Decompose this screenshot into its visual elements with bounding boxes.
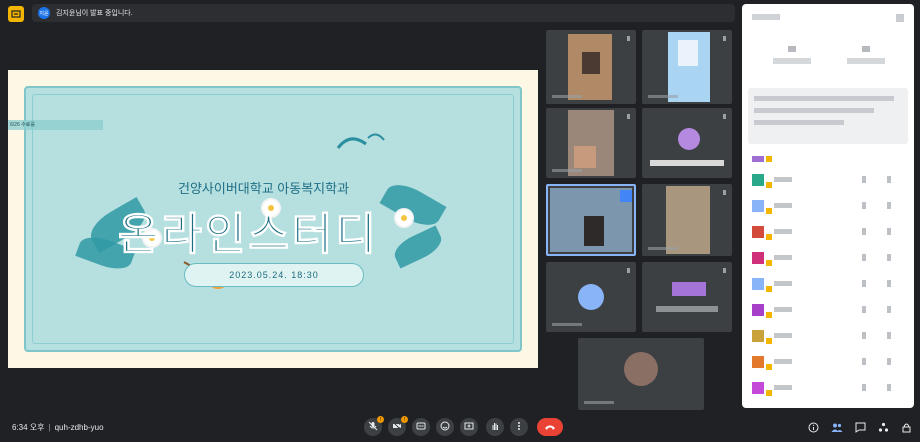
slide-title: 온라인스터디	[118, 210, 379, 260]
participant-tile[interactable]	[642, 108, 732, 178]
participant-row[interactable]	[752, 380, 902, 396]
participant-tile-self[interactable]	[578, 338, 704, 410]
call-end-icon	[544, 418, 556, 436]
participant-row[interactable]	[752, 328, 902, 344]
participant-tile-active[interactable]	[546, 184, 636, 256]
present-now-button[interactable]	[460, 418, 478, 436]
chat-icon[interactable]	[853, 420, 867, 434]
meet-window: 지윤 김지윤님이 발표 중입니다. 6/26 수료를 건양사이버대학교 아동복지…	[0, 0, 920, 442]
bird-decoration	[336, 133, 385, 149]
more-vert-icon[interactable]	[627, 36, 630, 41]
participant-row[interactable]	[752, 276, 902, 292]
more-options-button[interactable]	[510, 418, 528, 436]
present-icon[interactable]	[8, 6, 24, 22]
mic-warning-badge: !	[377, 416, 384, 423]
more-vert-icon	[514, 421, 524, 433]
participant-tile[interactable]	[546, 262, 636, 332]
present-now-icon	[464, 421, 474, 433]
participant-tile[interactable]	[546, 108, 636, 178]
participant-row[interactable]	[752, 198, 902, 214]
participant-row[interactable]	[752, 302, 902, 318]
clock: 6:34 오후	[12, 423, 45, 432]
panel-title	[752, 14, 780, 20]
panel-stat	[846, 46, 886, 64]
host-controls-icon[interactable]	[899, 420, 913, 434]
activities-icon[interactable]	[876, 420, 890, 434]
participant-tile[interactable]	[642, 262, 732, 332]
participant-row[interactable]	[752, 172, 902, 188]
participant-row[interactable]	[752, 224, 902, 240]
meeting-code: quh-zdhb-yuo	[54, 423, 104, 432]
people-panel	[742, 4, 914, 408]
people-icon[interactable]	[830, 420, 844, 434]
participant-name	[648, 95, 678, 98]
separator: |	[48, 423, 51, 432]
more-vert-icon[interactable]	[723, 190, 726, 195]
participant-row[interactable]	[752, 250, 902, 266]
participant-name	[584, 401, 614, 404]
participant-row[interactable]	[752, 354, 902, 370]
presenting-banner: 지윤 김지윤님이 발표 중입니다.	[32, 4, 735, 22]
mic-off-icon	[368, 421, 378, 433]
participant-row[interactable]	[752, 156, 902, 172]
emoji-button[interactable]	[436, 418, 454, 436]
more-vert-icon[interactable]	[627, 114, 630, 119]
participant-tile[interactable]	[642, 184, 732, 256]
meeting-info: 6:34 오후 | quh-zdhb-yuo	[12, 422, 104, 433]
camera-button[interactable]: !	[388, 416, 408, 436]
presenting-text: 김지윤님이 발표 중입니다.	[56, 10, 133, 17]
mic-button[interactable]: !	[364, 416, 384, 436]
presenter-avatar: 지윤	[38, 7, 50, 19]
more-vert-icon[interactable]	[723, 268, 726, 273]
emoji-icon	[440, 421, 450, 433]
more-vert-icon[interactable]	[723, 114, 726, 119]
info-icon[interactable]	[806, 420, 820, 434]
panel-info-box	[748, 88, 908, 144]
more-vert-icon[interactable]	[627, 268, 630, 273]
raise-hand-icon	[490, 421, 500, 433]
participant-tile[interactable]	[642, 30, 732, 104]
presentation-slide: 6/26 수료를 건양사이버대학교 아동복지학과 온라인스터디 2023.05.…	[8, 70, 538, 368]
slide-note: 6/26 수료를	[8, 120, 103, 130]
participant-name	[648, 247, 678, 250]
slide-date: 2023.05.24. 18:30	[184, 263, 364, 287]
close-icon[interactable]	[896, 14, 904, 22]
participant-tile[interactable]	[546, 30, 636, 104]
raise-hand-button[interactable]	[486, 418, 504, 436]
captions-button[interactable]	[412, 418, 430, 436]
participant-name	[552, 95, 582, 98]
slide-subtitle: 건양사이버대학교 아동복지학과	[178, 181, 350, 196]
participant-name	[552, 169, 582, 172]
captions-icon	[416, 421, 426, 433]
flower-decoration	[396, 210, 412, 226]
camera-off-icon	[392, 421, 402, 433]
panel-stat	[772, 46, 812, 64]
camera-warning-badge: !	[401, 416, 408, 423]
more-vert-icon[interactable]	[723, 36, 726, 41]
leave-call-button[interactable]	[537, 418, 563, 436]
participant-name	[552, 323, 582, 326]
